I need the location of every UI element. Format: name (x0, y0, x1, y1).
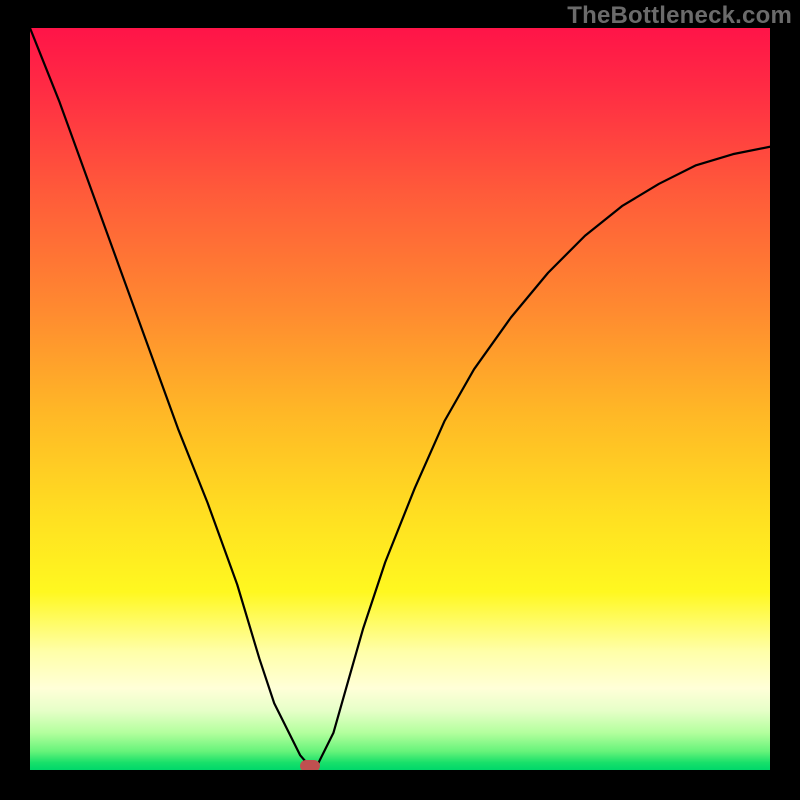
plot-area (30, 28, 770, 770)
watermark-text: TheBottleneck.com (567, 2, 792, 30)
chart-frame: TheBottleneck.com (0, 0, 800, 800)
optimal-point-marker (300, 760, 320, 770)
curve-svg (30, 28, 770, 770)
bottleneck-curve-line (30, 28, 770, 766)
